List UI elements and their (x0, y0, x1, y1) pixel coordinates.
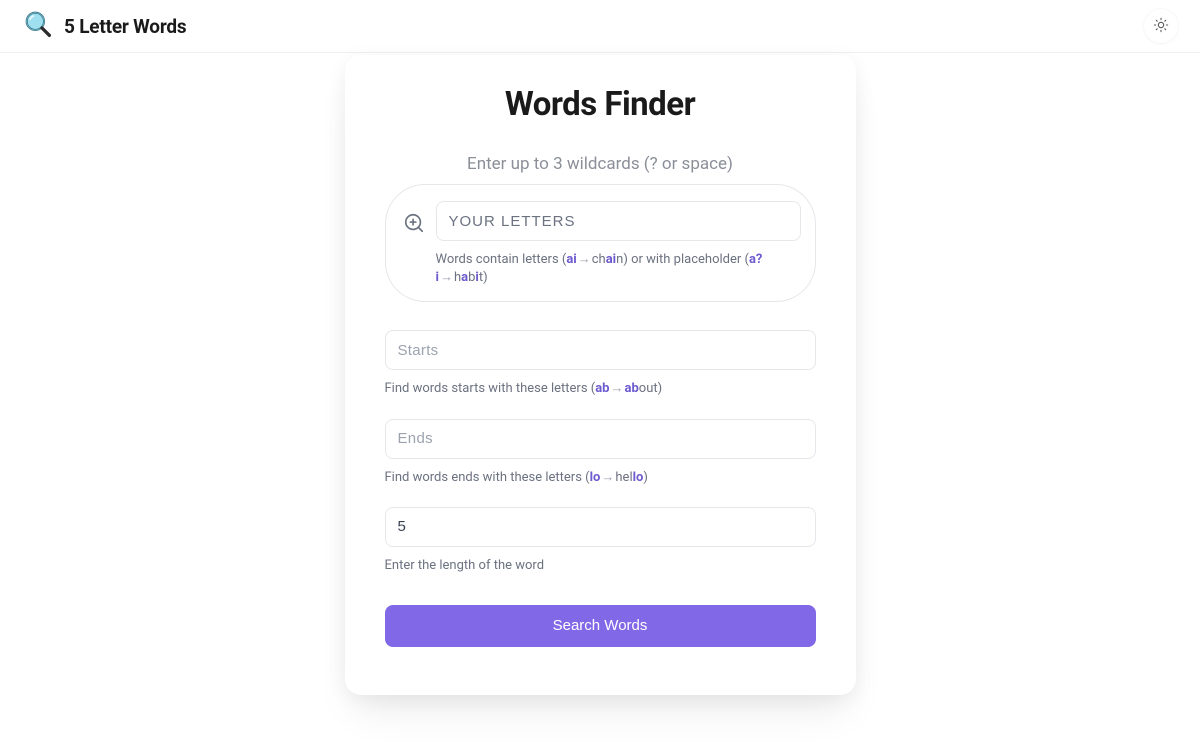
app-header: 5 Letter Words (0, 0, 1200, 53)
brand[interactable]: 5 Letter Words (22, 8, 186, 44)
zoom-in-icon[interactable] (400, 209, 428, 237)
page-heading: 5 Letter Words Finder (445, 745, 754, 750)
length-input[interactable] (385, 507, 816, 547)
letters-group: Words contain letters (ai→chain) or with… (385, 184, 816, 302)
length-helper: Enter the length of the word (385, 557, 816, 575)
ends-helper: Find words ends with these letters (lo→h… (385, 469, 816, 487)
wildcard-hint: Enter up to 3 wildcards (? or space) (385, 154, 816, 174)
length-field: Enter the length of the word (385, 507, 816, 575)
theme-toggle-button[interactable] (1144, 9, 1178, 43)
site-title: 5 Letter Words (64, 15, 186, 38)
letters-helper: Words contain letters (ai→chain) or with… (436, 251, 801, 287)
starts-field: Find words starts with these letters (ab… (385, 330, 816, 398)
starts-helper: Find words starts with these letters (ab… (385, 380, 816, 398)
finder-card: Words Finder Enter up to 3 wildcards (? … (345, 55, 856, 695)
search-words-button[interactable]: Search Words (385, 605, 816, 647)
finder-title: Words Finder (385, 85, 816, 124)
magnifier-icon (22, 8, 54, 44)
letters-input[interactable] (436, 201, 801, 241)
starts-input[interactable] (385, 330, 816, 370)
sun-icon (1153, 17, 1169, 36)
main-content: Words Finder Enter up to 3 wildcards (? … (0, 53, 1200, 750)
ends-field: Find words ends with these letters (lo→h… (385, 419, 816, 487)
ends-input[interactable] (385, 419, 816, 459)
